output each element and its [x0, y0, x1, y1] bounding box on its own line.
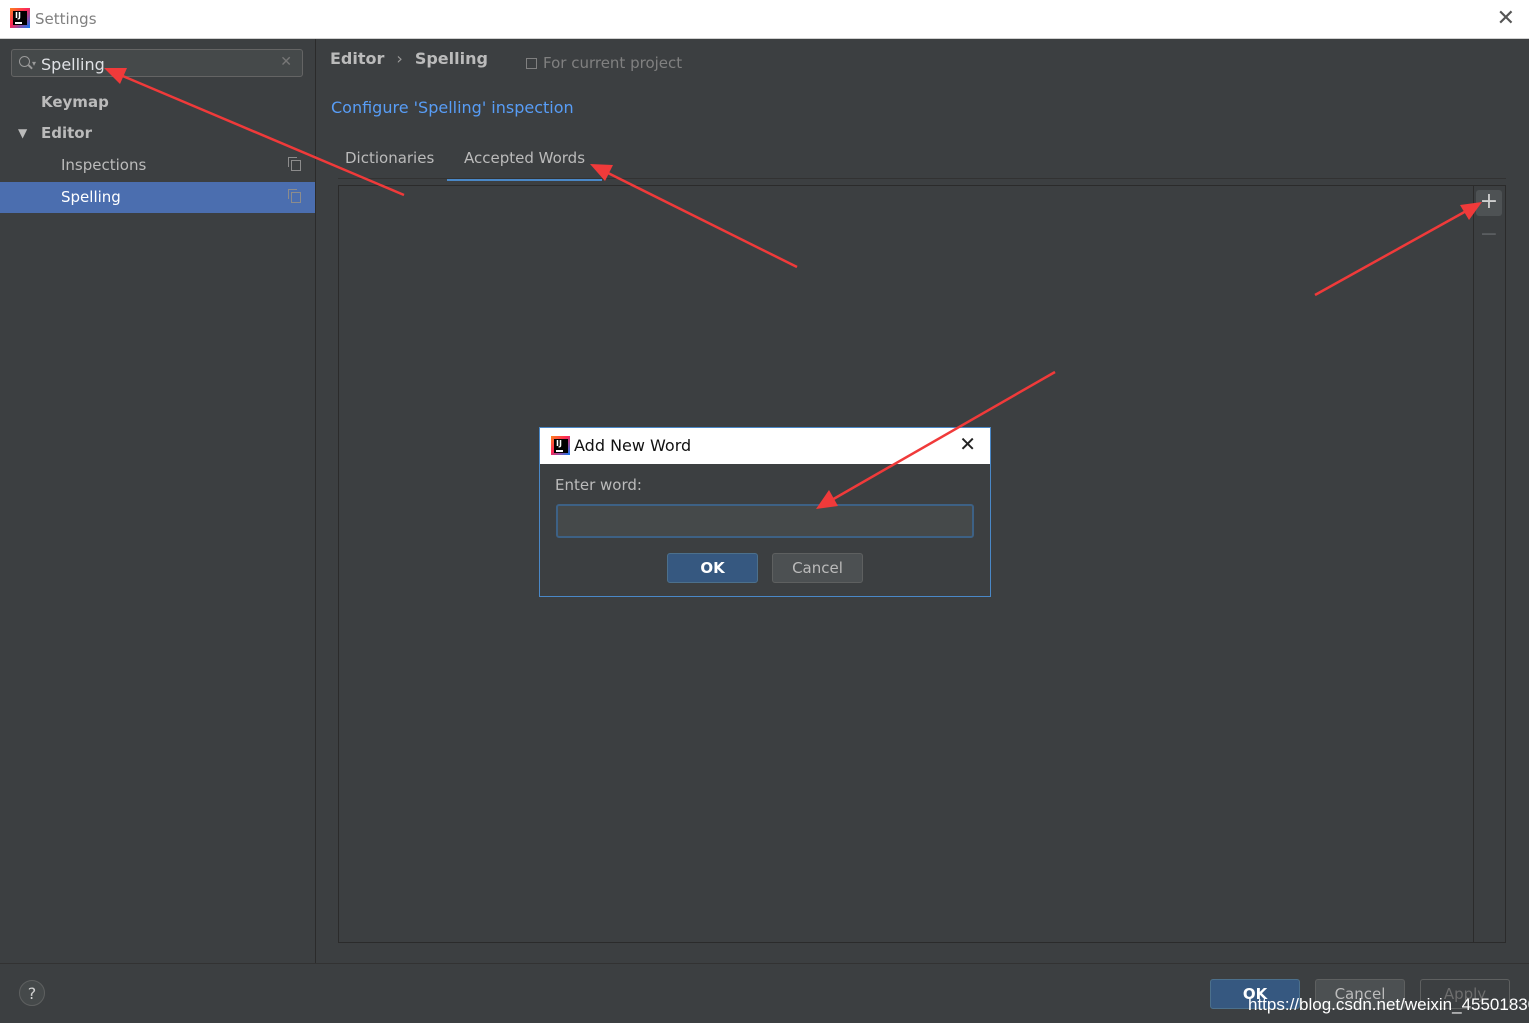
- enter-word-input[interactable]: [556, 504, 974, 538]
- intellij-app-icon: IJ: [551, 436, 570, 455]
- search-icon: [19, 56, 30, 67]
- project-scope-icon: [288, 157, 301, 171]
- watermark-url: https://blog.csdn.net/weixin_45501830: [1248, 995, 1529, 1014]
- configure-inspection-link[interactable]: Configure 'Spelling' inspection: [331, 98, 574, 117]
- help-button[interactable]: ?: [19, 980, 45, 1006]
- dialog-cancel-button[interactable]: Cancel: [772, 553, 863, 583]
- breadcrumb: Editor › Spelling: [330, 49, 488, 68]
- dialog-title: Add New Word: [574, 436, 692, 455]
- add-word-icon[interactable]: +: [1476, 190, 1502, 216]
- breadcrumb-current: Spelling: [414, 49, 488, 68]
- enter-word-label: Enter word:: [555, 476, 642, 494]
- sidebar-item-label: Inspections: [61, 156, 147, 174]
- tab-dictionaries[interactable]: Dictionaries: [328, 146, 451, 178]
- window-title: Settings: [35, 10, 97, 28]
- sidebar-item-label: Keymap: [41, 93, 109, 111]
- window-titlebar: IJ Settings ✕: [0, 0, 1529, 39]
- search-dropdown-icon[interactable]: ▾: [32, 59, 36, 68]
- settings-sidebar: ▾ ✕ Keymap ▼ Editor Inspections Spelling: [0, 39, 316, 963]
- dialog-footer: ? OK Cancel Apply https://blog.csdn.net/…: [0, 963, 1529, 1023]
- expand-arrow-icon[interactable]: ▼: [18, 118, 27, 149]
- dialog-ok-button[interactable]: OK: [667, 553, 758, 583]
- project-scope-icon: [288, 189, 301, 203]
- sidebar-item-editor[interactable]: ▼ Editor: [0, 118, 315, 149]
- dialog-close-icon[interactable]: ✕: [959, 432, 976, 456]
- clear-search-icon[interactable]: ✕: [280, 54, 292, 70]
- sidebar-item-label: Spelling: [61, 188, 121, 206]
- sidebar-item-label: Editor: [41, 124, 92, 142]
- project-scope-icon: [526, 58, 537, 69]
- scope-indicator: For current project: [526, 54, 682, 72]
- scope-label: For current project: [543, 54, 683, 72]
- sidebar-item-spelling[interactable]: Spelling: [0, 182, 315, 213]
- sidebar-item-keymap[interactable]: Keymap: [0, 87, 315, 118]
- remove-word-icon[interactable]: −: [1476, 223, 1502, 249]
- tab-accepted-words[interactable]: Accepted Words: [447, 146, 603, 181]
- window-close-icon[interactable]: ✕: [1497, 6, 1515, 32]
- settings-search-box[interactable]: ▾ ✕: [11, 49, 303, 77]
- sidebar-item-inspections[interactable]: Inspections: [0, 150, 315, 181]
- dialog-titlebar: IJ Add New Word ✕: [540, 428, 990, 464]
- intellij-app-icon: IJ: [10, 8, 30, 28]
- list-toolbar: [1473, 186, 1506, 942]
- settings-search-input[interactable]: [39, 52, 283, 76]
- add-new-word-dialog: IJ Add New Word ✕ Enter word: OK Cancel: [539, 427, 991, 597]
- breadcrumb-parent[interactable]: Editor: [330, 49, 384, 68]
- breadcrumb-chevron-icon: ›: [396, 49, 403, 68]
- tabs-divider: [338, 178, 1506, 179]
